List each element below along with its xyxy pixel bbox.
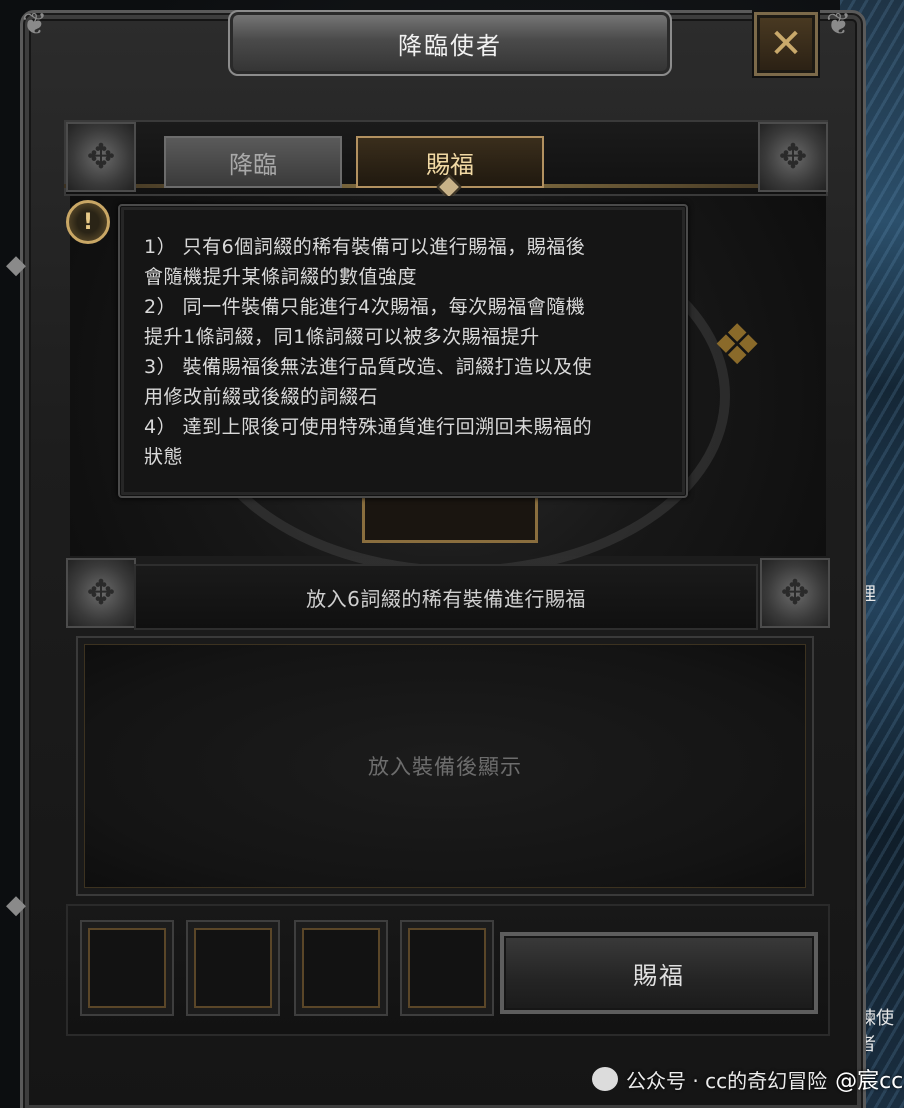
wechat-logo-icon [592,1067,618,1091]
tooltip-line: 1） 只有6個詞綴的稀有裝備可以進行賜福，賜福後 [144,236,586,258]
currency-slot-2[interactable] [186,920,280,1016]
title-plate: 降臨使者 [228,10,672,76]
tooltip-text: 1） 只有6個詞綴的稀有裝備可以進行賜福，賜福後 會隨機提升某條詞綴的數值強度 … [144,232,668,472]
ornament-icon: ❦ [22,7,48,42]
ornament-icon: ❦ [826,7,852,42]
currency-slot-1[interactable] [80,920,174,1016]
bless-button[interactable]: 賜福 [500,932,818,1014]
currency-slot-3[interactable] [294,920,388,1016]
info-icon[interactable]: ! [66,200,110,244]
info-icon-glyph: ! [82,209,94,235]
watermark-handle: @宸cc [835,1069,904,1094]
side-ornament-icon: ◆ [6,890,26,920]
tooltip-line: 會隨機提升某條詞綴的數值強度 [144,266,418,288]
window-title: 降臨使者 [398,31,502,60]
corner-ornament-icon: ✥ [66,122,136,192]
gold-emblem-icon: ❖ [712,313,763,378]
tooltip-line: 2） 同一件裝備只能進行4次賜福，每次賜福會隨機 [144,296,586,318]
corner-ornament-icon: ✥ [760,558,830,628]
close-button[interactable]: ✕ [754,12,818,76]
info-tooltip: 1） 只有6個詞綴的稀有裝備可以進行賜福，賜福後 會隨機提升某條詞綴的數值強度 … [118,204,688,498]
item-display-panel[interactable]: 放入裝備後顯示 [76,636,814,896]
watermark-text: 公众号 · cc的奇幻冒险 [626,1068,828,1093]
tab-descend[interactable]: 降臨 [164,136,342,188]
instruction-text: 放入6詞綴的稀有裝備進行賜福 [306,586,586,611]
close-icon: ✕ [769,21,803,67]
side-ornament-icon: ◆ [6,250,26,280]
tooltip-line: 4） 達到上限後可使用特殊通貨進行回溯回未賜福的 [144,416,593,438]
corner-ornament-icon: ✥ [66,558,136,628]
display-placeholder-text: 放入裝備後顯示 [368,755,522,779]
tooltip-line: 用修改前綴或後綴的詞綴石 [144,386,379,408]
currency-slot-4[interactable] [400,920,494,1016]
tooltip-line: 3） 裝備賜福後無法進行品質改造、詞綴打造以及使 [144,356,593,378]
tooltip-line: 提升1條詞綴，同1條詞綴可以被多次賜福提升 [144,326,540,348]
corner-ornament-icon: ✥ [758,122,828,192]
tooltip-line: 狀態 [144,446,184,468]
watermark: 公众号 · cc的奇幻冒险 @宸cc [592,1062,903,1096]
instruction-bar: 放入6詞綴的稀有裝備進行賜福 [134,564,758,630]
game-screen: 理 煉使者 ❦ ❦ ◆ ◆ 降臨使者 ✕ ✥ ✥ 降臨 賜福 ❖ ! 1） 只有… [0,0,904,1108]
